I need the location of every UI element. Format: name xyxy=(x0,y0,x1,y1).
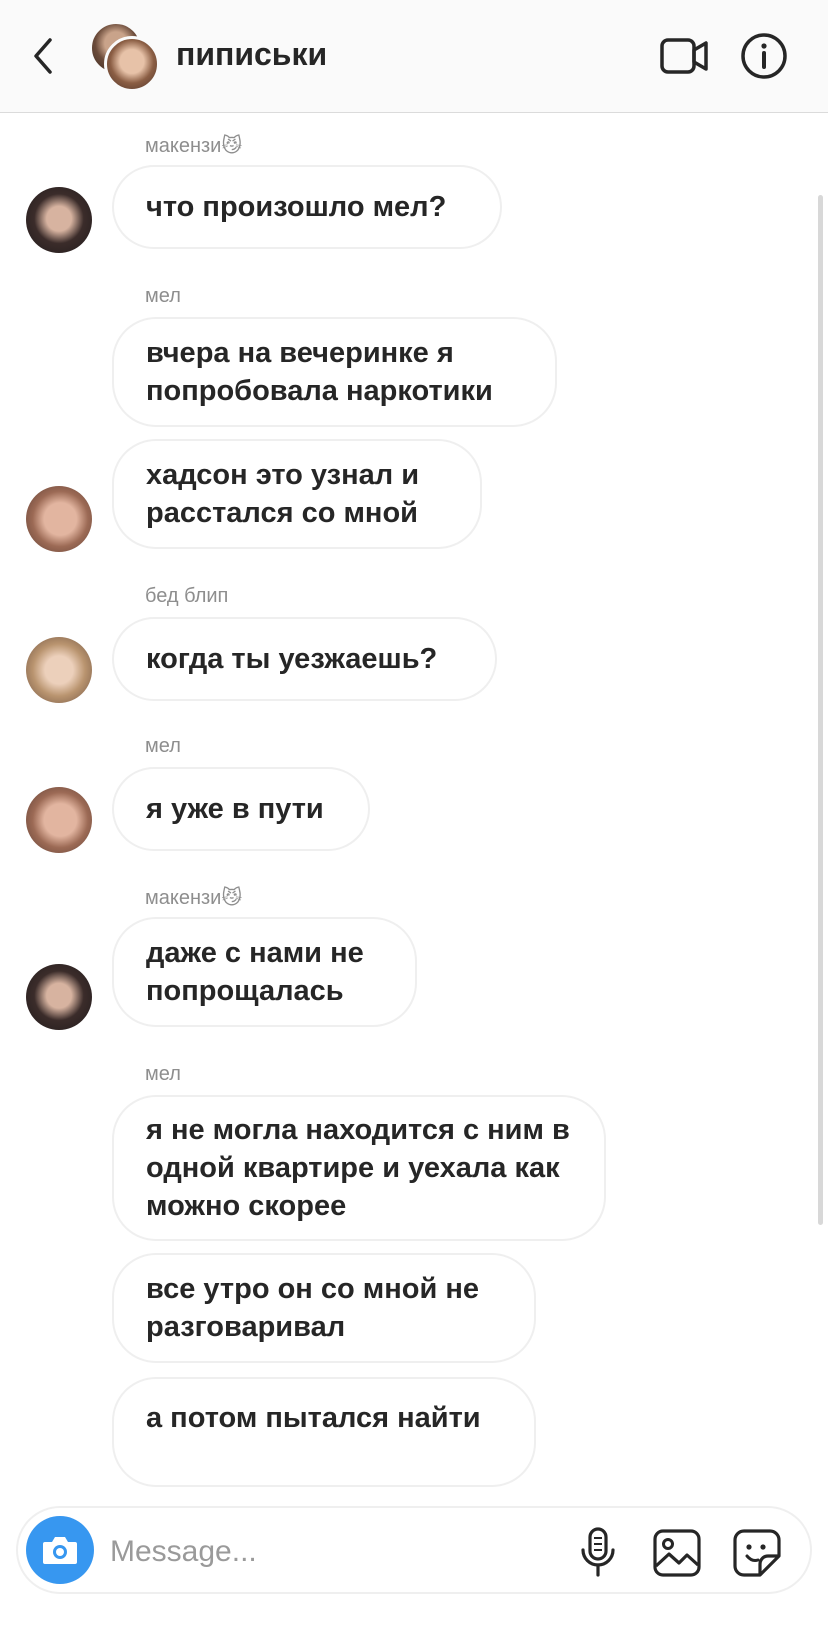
sticker-icon xyxy=(733,1529,781,1577)
message-bubble[interactable]: я не могла находится с ним в одной кварт… xyxy=(112,1095,606,1241)
chat-header: пиписьки xyxy=(0,0,828,113)
message-bubble[interactable]: даже с нами не попрощалась xyxy=(112,917,417,1027)
message-bubble[interactable]: вчера на вечеринке я попробовала наркоти… xyxy=(112,317,557,427)
message-bubble[interactable]: когда ты уезжаешь? xyxy=(112,617,497,701)
avatar[interactable] xyxy=(26,637,92,703)
avatar[interactable] xyxy=(26,187,92,253)
camera-button[interactable] xyxy=(26,1516,94,1584)
info-icon xyxy=(741,33,787,79)
sender-name: бед блип xyxy=(145,585,229,607)
avatar xyxy=(104,36,160,92)
gallery-button[interactable] xyxy=(652,1528,702,1578)
back-button[interactable] xyxy=(30,36,60,76)
sender-name: макензи😼 xyxy=(145,135,243,157)
avatar[interactable] xyxy=(26,964,92,1030)
sticker-button[interactable] xyxy=(732,1528,782,1578)
scrollbar[interactable] xyxy=(818,195,823,1225)
message-composer xyxy=(16,1506,812,1594)
gallery-icon xyxy=(653,1529,701,1577)
sender-name: мел xyxy=(145,285,181,307)
info-button[interactable] xyxy=(740,32,788,80)
message-bubble[interactable]: хадсон это узнал и расстался со мной xyxy=(112,439,482,549)
video-call-button[interactable] xyxy=(660,36,710,76)
sender-name: мел xyxy=(145,735,181,757)
chat-title[interactable]: пиписьки xyxy=(176,36,327,73)
message-bubble[interactable]: что произошло мел? xyxy=(112,165,502,249)
camera-icon xyxy=(43,1537,77,1564)
chevron-left-icon xyxy=(34,38,52,74)
message-bubble[interactable]: я уже в пути xyxy=(112,767,370,851)
avatar[interactable] xyxy=(26,787,92,853)
sender-name: мел xyxy=(145,1063,181,1085)
video-camera-icon xyxy=(660,38,708,74)
message-bubble[interactable]: все утро он со мной не разговаривал xyxy=(112,1253,536,1363)
message-input[interactable] xyxy=(110,1530,530,1574)
sender-name: макензи😼 xyxy=(145,887,243,909)
microphone-icon xyxy=(581,1527,615,1577)
voice-message-button[interactable] xyxy=(578,1526,618,1578)
group-avatar[interactable] xyxy=(90,22,160,92)
message-bubble[interactable]: а потом пытался найти xyxy=(112,1377,536,1487)
message-thread[interactable]: макензи😼 что произошло мел? мел вчера на… xyxy=(0,113,828,1488)
avatar[interactable] xyxy=(26,486,92,552)
